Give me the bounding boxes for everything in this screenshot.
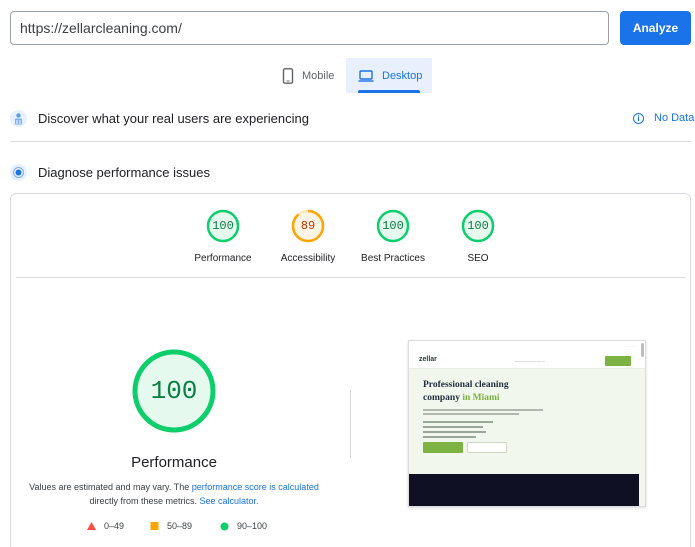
triangle-icon: [87, 522, 96, 530]
legend-fail: 0–49: [87, 521, 124, 531]
square-icon: [150, 522, 159, 530]
gauge-score: 89: [300, 219, 316, 233]
performance-gauge-large: 100: [131, 348, 217, 434]
tab-desktop[interactable]: Desktop: [346, 58, 432, 93]
tab-active-indicator: [358, 90, 420, 93]
gauge-label: SEO: [467, 253, 489, 264]
final-screenshot[interactable]: · · · · · · · · zellar — — — — — — — — P…: [408, 340, 646, 507]
lab-icon: [10, 164, 27, 181]
no-data-label: No Data: [654, 112, 695, 124]
no-data-status[interactable]: i No Data: [633, 112, 694, 124]
gauges-divider: [16, 277, 686, 278]
url-input[interactable]: https://zellarcleaning.com/: [10, 11, 609, 45]
performance-title: Performance: [131, 454, 217, 471]
thumb-topbar-text: · · · · · · · ·: [623, 344, 637, 348]
thumb-navbar: zellar — — — — — — — —: [409, 353, 645, 369]
thumb-primary-button: [423, 442, 463, 453]
score-calculated-link[interactable]: performance score is calculated: [192, 482, 319, 492]
thumb-nav-button: [605, 356, 631, 366]
thumb-nav-links: — — — — — — — —: [515, 359, 545, 363]
thumb-hero-title: Professional cleaning company in Miami: [423, 379, 509, 405]
legend-pass-range: 90–100: [237, 521, 268, 531]
gauge-score: 100: [467, 219, 489, 233]
thumb-hero-highlight: in Miami: [462, 393, 500, 403]
legend-pass: 90–100: [220, 521, 267, 531]
legend-average-range: 50–89: [167, 521, 193, 531]
legend-average: 50–89: [150, 521, 192, 531]
performance-score: 100: [150, 376, 198, 406]
see-calculator-link[interactable]: See calculator.: [200, 496, 259, 506]
analyze-button[interactable]: Analyze: [620, 11, 691, 45]
diagnose-section: Diagnose performance issues: [10, 164, 210, 181]
smartphone-icon: [282, 67, 294, 84]
info-icon: i: [633, 112, 644, 124]
thumb-dark-section: [409, 474, 639, 506]
thumb-hero-line2: company: [423, 393, 460, 403]
users-icon: [10, 110, 27, 127]
performance-note: Values are estimated and may vary. The p…: [28, 480, 320, 508]
laptop-icon: [358, 69, 374, 82]
real-users-section: Discover what your real users are experi…: [10, 110, 309, 127]
note-prefix: Values are estimated and may vary. The: [29, 482, 190, 492]
vertical-divider: [350, 390, 351, 458]
diagnose-title: Diagnose performance issues: [38, 165, 210, 180]
thumb-logo: zellar: [419, 356, 437, 363]
thumb-checklist: [423, 421, 493, 441]
gauge-seo[interactable]: 100 SEO: [428, 209, 528, 264]
tab-mobile[interactable]: Mobile: [274, 58, 346, 93]
gauge-score: 100: [212, 219, 234, 233]
legend-fail-range: 0–49: [104, 521, 125, 531]
thumb-secondary-button: [467, 442, 507, 453]
note-middle: directly from these metrics.: [89, 496, 197, 506]
real-users-title: Discover what your real users are experi…: [38, 111, 309, 126]
tab-desktop-label: Desktop: [382, 69, 423, 82]
thumb-hero-line1: Professional cleaning: [423, 380, 509, 390]
circle-icon: [220, 522, 229, 530]
thumb-scrollbar: [641, 343, 644, 357]
gauge-score: 100: [382, 219, 404, 233]
thumb-paragraph: [423, 409, 543, 417]
thumb-topbar: · · · · · · · ·: [409, 341, 645, 353]
tab-mobile-label: Mobile: [302, 69, 335, 82]
section-divider: [10, 141, 691, 142]
